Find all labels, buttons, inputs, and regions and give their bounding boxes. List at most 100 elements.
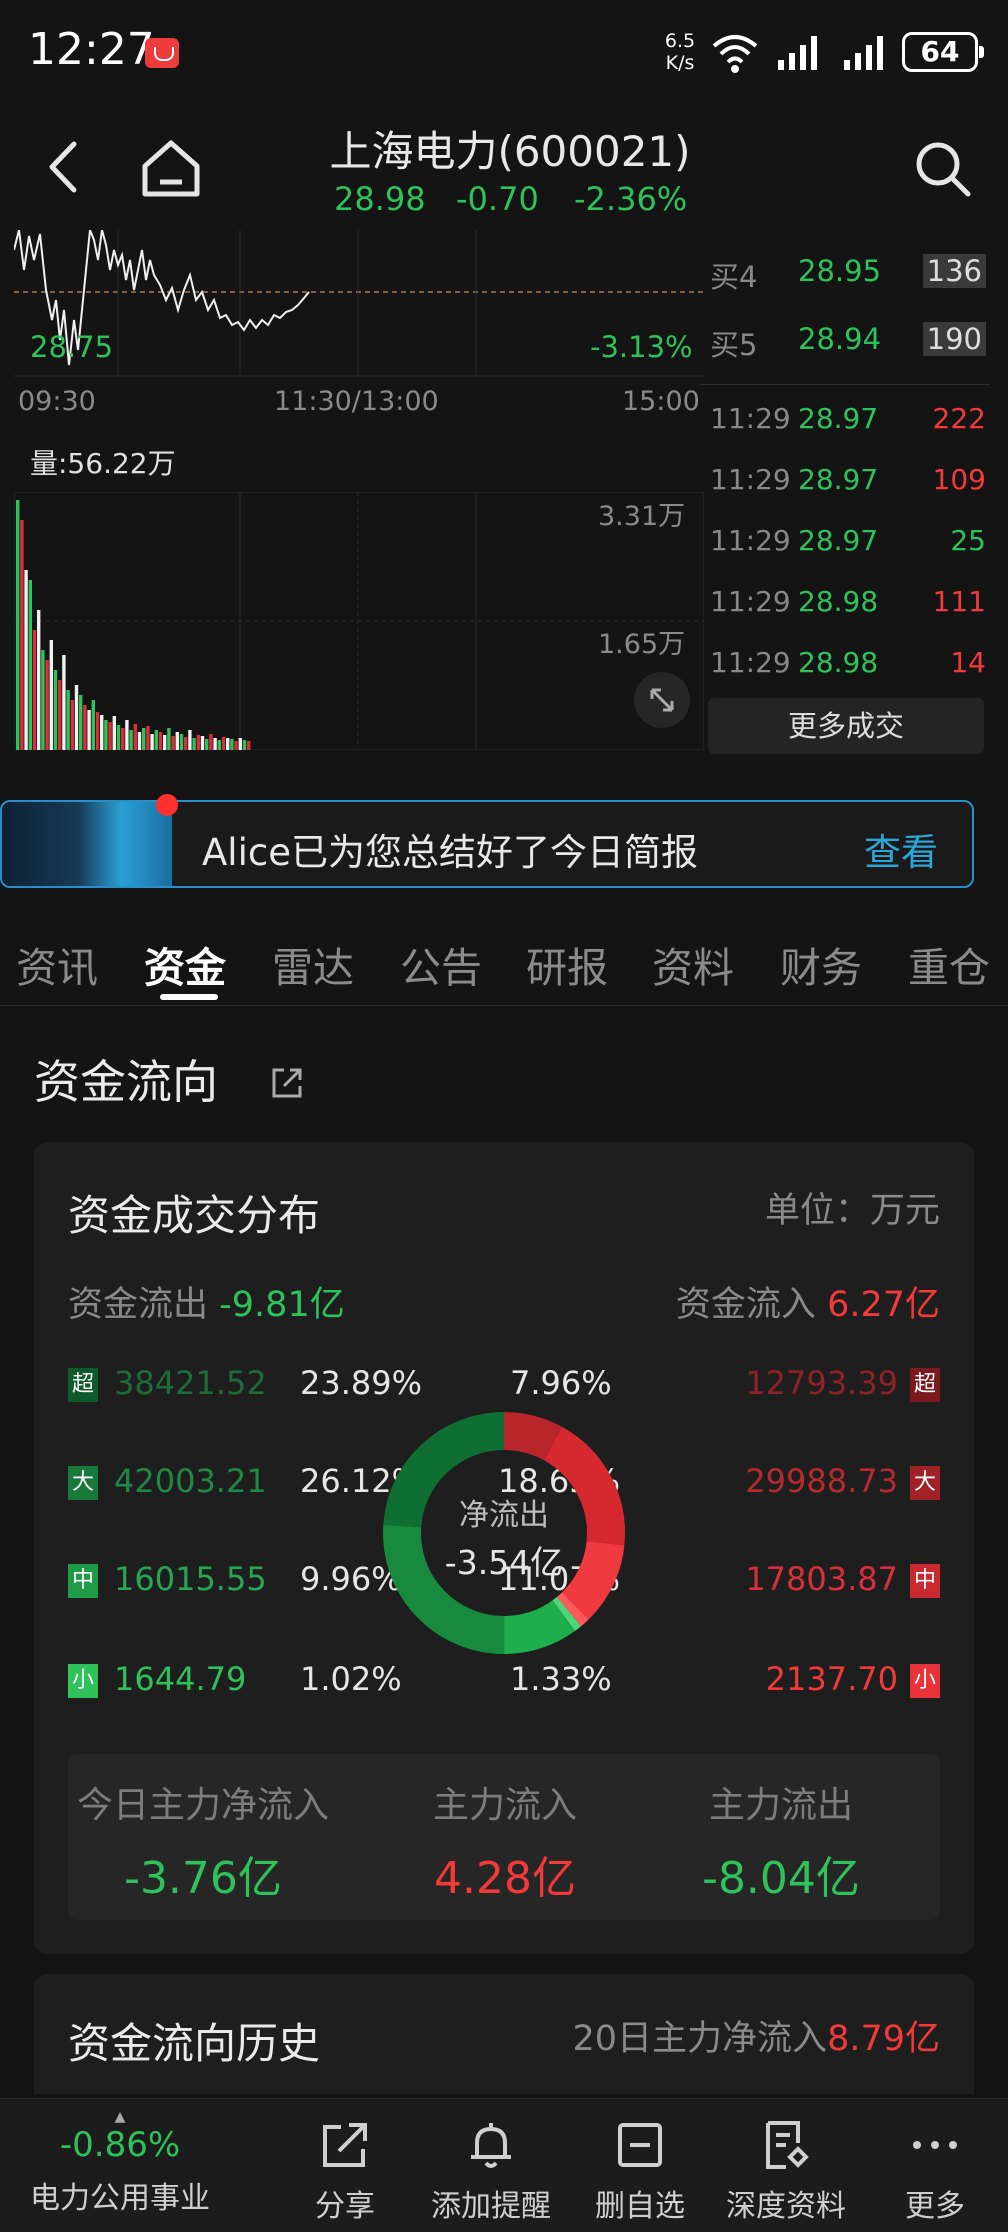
more-button[interactable]: 更多 bbox=[880, 2099, 990, 2232]
bid-row-5: 买5 28.94 190 bbox=[710, 322, 990, 372]
volume-bar bbox=[175, 732, 179, 750]
volume-bar bbox=[112, 716, 116, 750]
trade-price: 28.98 bbox=[798, 646, 879, 679]
add-alert-button[interactable]: 添加提醒 bbox=[418, 2099, 564, 2232]
volume-bar bbox=[167, 728, 171, 750]
main-in-label: 主力流入 bbox=[432, 1785, 577, 1826]
amount: 1644.79 bbox=[114, 1660, 247, 1698]
volume-bar bbox=[20, 520, 24, 750]
inflow-row-small: 1.33% 2137.70 小 bbox=[510, 1660, 940, 1706]
fund-history-card[interactable]: 资金流向历史 20日主力净流入8.79亿 bbox=[34, 1974, 974, 2094]
back-icon[interactable] bbox=[44, 140, 84, 194]
sector-button[interactable]: ▲ -0.86% 电力公用事业 bbox=[20, 2099, 220, 2232]
amount: 42003.21 bbox=[114, 1462, 267, 1500]
volume-bar bbox=[150, 734, 154, 750]
tab-announcements[interactable]: 公告 bbox=[400, 934, 482, 994]
donut-segment-outflow-medium bbox=[503, 1599, 575, 1654]
outflow-row-medium: 中 16015.55 9.96% bbox=[68, 1560, 408, 1606]
sector-name: 电力公用事业 bbox=[30, 2181, 210, 2216]
outflow-row-small: 小 1644.79 1.02% bbox=[68, 1660, 408, 1706]
tab-bar: 资讯 资金 雷达 公告 研报 资料 财务 重仓 bbox=[0, 930, 1008, 1006]
badge: 小 bbox=[910, 1664, 940, 1698]
outflow-value: -9.81亿 bbox=[219, 1285, 345, 1325]
volume-bar bbox=[53, 670, 58, 750]
volume-bar bbox=[192, 738, 196, 750]
amount: 29988.73 bbox=[745, 1462, 898, 1500]
status-time: 12:27 bbox=[28, 24, 155, 75]
volume-bar bbox=[146, 726, 150, 750]
battery-indicator: 64 bbox=[902, 32, 984, 72]
volume-bar bbox=[24, 570, 28, 750]
net-value: -3.54亿 bbox=[444, 1543, 564, 1582]
document-icon bbox=[766, 2121, 809, 2169]
share-button[interactable]: 分享 bbox=[290, 2099, 400, 2232]
stock-name: 上海电力(600021) bbox=[329, 127, 691, 176]
trade-price: 28.97 bbox=[798, 524, 879, 557]
banner-view-button[interactable]: 查看 bbox=[864, 822, 938, 876]
volume-bar bbox=[70, 700, 74, 750]
tab-news[interactable]: 资讯 bbox=[16, 934, 98, 994]
tab-holdings[interactable]: 重仓 bbox=[908, 934, 990, 994]
tab-research[interactable]: 研报 bbox=[526, 934, 608, 994]
banner-graphic bbox=[2, 802, 172, 886]
tab-financials[interactable]: 财务 bbox=[780, 934, 862, 994]
inflow-total: 资金流入 6.27亿 bbox=[676, 1276, 940, 1327]
bid-price: 28.95 bbox=[798, 254, 882, 288]
briefing-banner[interactable]: Alice已为您总结好了今日简报 查看 bbox=[0, 794, 974, 888]
time-start: 09:30 bbox=[18, 386, 96, 417]
tab-funds[interactable]: 资金 bbox=[144, 934, 226, 994]
section-title: 资金流向 bbox=[34, 1055, 218, 1109]
main-in-value: 4.28亿 bbox=[434, 1853, 576, 1904]
external-link-icon[interactable] bbox=[270, 1064, 306, 1100]
trade-row: 11:29 28.97 25 bbox=[710, 524, 990, 568]
active-tab-indicator bbox=[160, 994, 218, 1000]
signal-icon-1 bbox=[778, 36, 817, 70]
volume-bar bbox=[116, 725, 121, 750]
volume-bar bbox=[37, 610, 41, 750]
sector-change: -0.86% bbox=[59, 2125, 181, 2165]
bid-label: 买4 bbox=[710, 260, 758, 294]
share-icon bbox=[323, 2123, 367, 2167]
volume-tick-mid: 1.65万 bbox=[598, 629, 686, 660]
outflow-row-super: 超 38421.52 23.89% bbox=[68, 1364, 422, 1410]
volume-bar bbox=[129, 730, 133, 750]
volume-bar bbox=[121, 728, 125, 750]
trade-time: 11:29 bbox=[710, 524, 791, 557]
volume-bar bbox=[95, 712, 100, 750]
remove-watchlist-button[interactable]: 删自选 bbox=[580, 2099, 700, 2232]
outflow-row-large: 大 42003.21 26.12% bbox=[68, 1462, 422, 1508]
tab-radar[interactable]: 雷达 bbox=[272, 934, 354, 994]
bid-volume: 136 bbox=[922, 254, 986, 288]
volume-bar bbox=[32, 630, 37, 750]
volume-bar bbox=[234, 741, 238, 750]
amount: 38421.52 bbox=[114, 1364, 267, 1402]
volume-bar bbox=[142, 728, 146, 750]
volume-bar bbox=[83, 705, 87, 750]
badge: 中 bbox=[910, 1564, 940, 1598]
volume-bar bbox=[41, 650, 45, 750]
badge: 大 bbox=[910, 1466, 940, 1500]
tab-profile[interactable]: 资料 bbox=[652, 934, 734, 994]
pct: 1.33% bbox=[510, 1660, 612, 1698]
wifi-icon bbox=[712, 35, 758, 73]
volume-bar bbox=[108, 722, 112, 750]
home-icon[interactable] bbox=[140, 138, 202, 198]
more-trades-button[interactable]: 更多成交 bbox=[708, 698, 984, 754]
volume-bar bbox=[179, 734, 184, 750]
intraday-chart[interactable]: 28.75 -3.13% 09:30 11:30/13:00 15:00 量:5… bbox=[14, 230, 704, 750]
expand-chart-button[interactable] bbox=[634, 672, 690, 728]
trade-row: 11:29 28.97 109 bbox=[710, 463, 990, 507]
volume-bar bbox=[79, 695, 83, 750]
deep-data-button[interactable]: 深度资料 bbox=[716, 2099, 856, 2232]
inflow-label: 资金流入 bbox=[675, 1285, 816, 1325]
main-flow-summary: 今日主力净流入 -3.76亿 主力流入 4.28亿 主力流出 -8.04亿 bbox=[68, 1754, 940, 1920]
volume-bar bbox=[238, 738, 242, 750]
volume-bar bbox=[213, 738, 217, 750]
volume-bar bbox=[58, 680, 62, 750]
trade-volume: 14 bbox=[950, 646, 986, 679]
app-notification-icon bbox=[145, 38, 179, 68]
trade-volume: 25 bbox=[950, 524, 986, 557]
net-main-column: 今日主力净流入 -3.76亿 bbox=[58, 1776, 348, 1906]
net-main-label: 今日主力净流入 bbox=[76, 1785, 329, 1826]
search-icon[interactable] bbox=[912, 138, 974, 200]
